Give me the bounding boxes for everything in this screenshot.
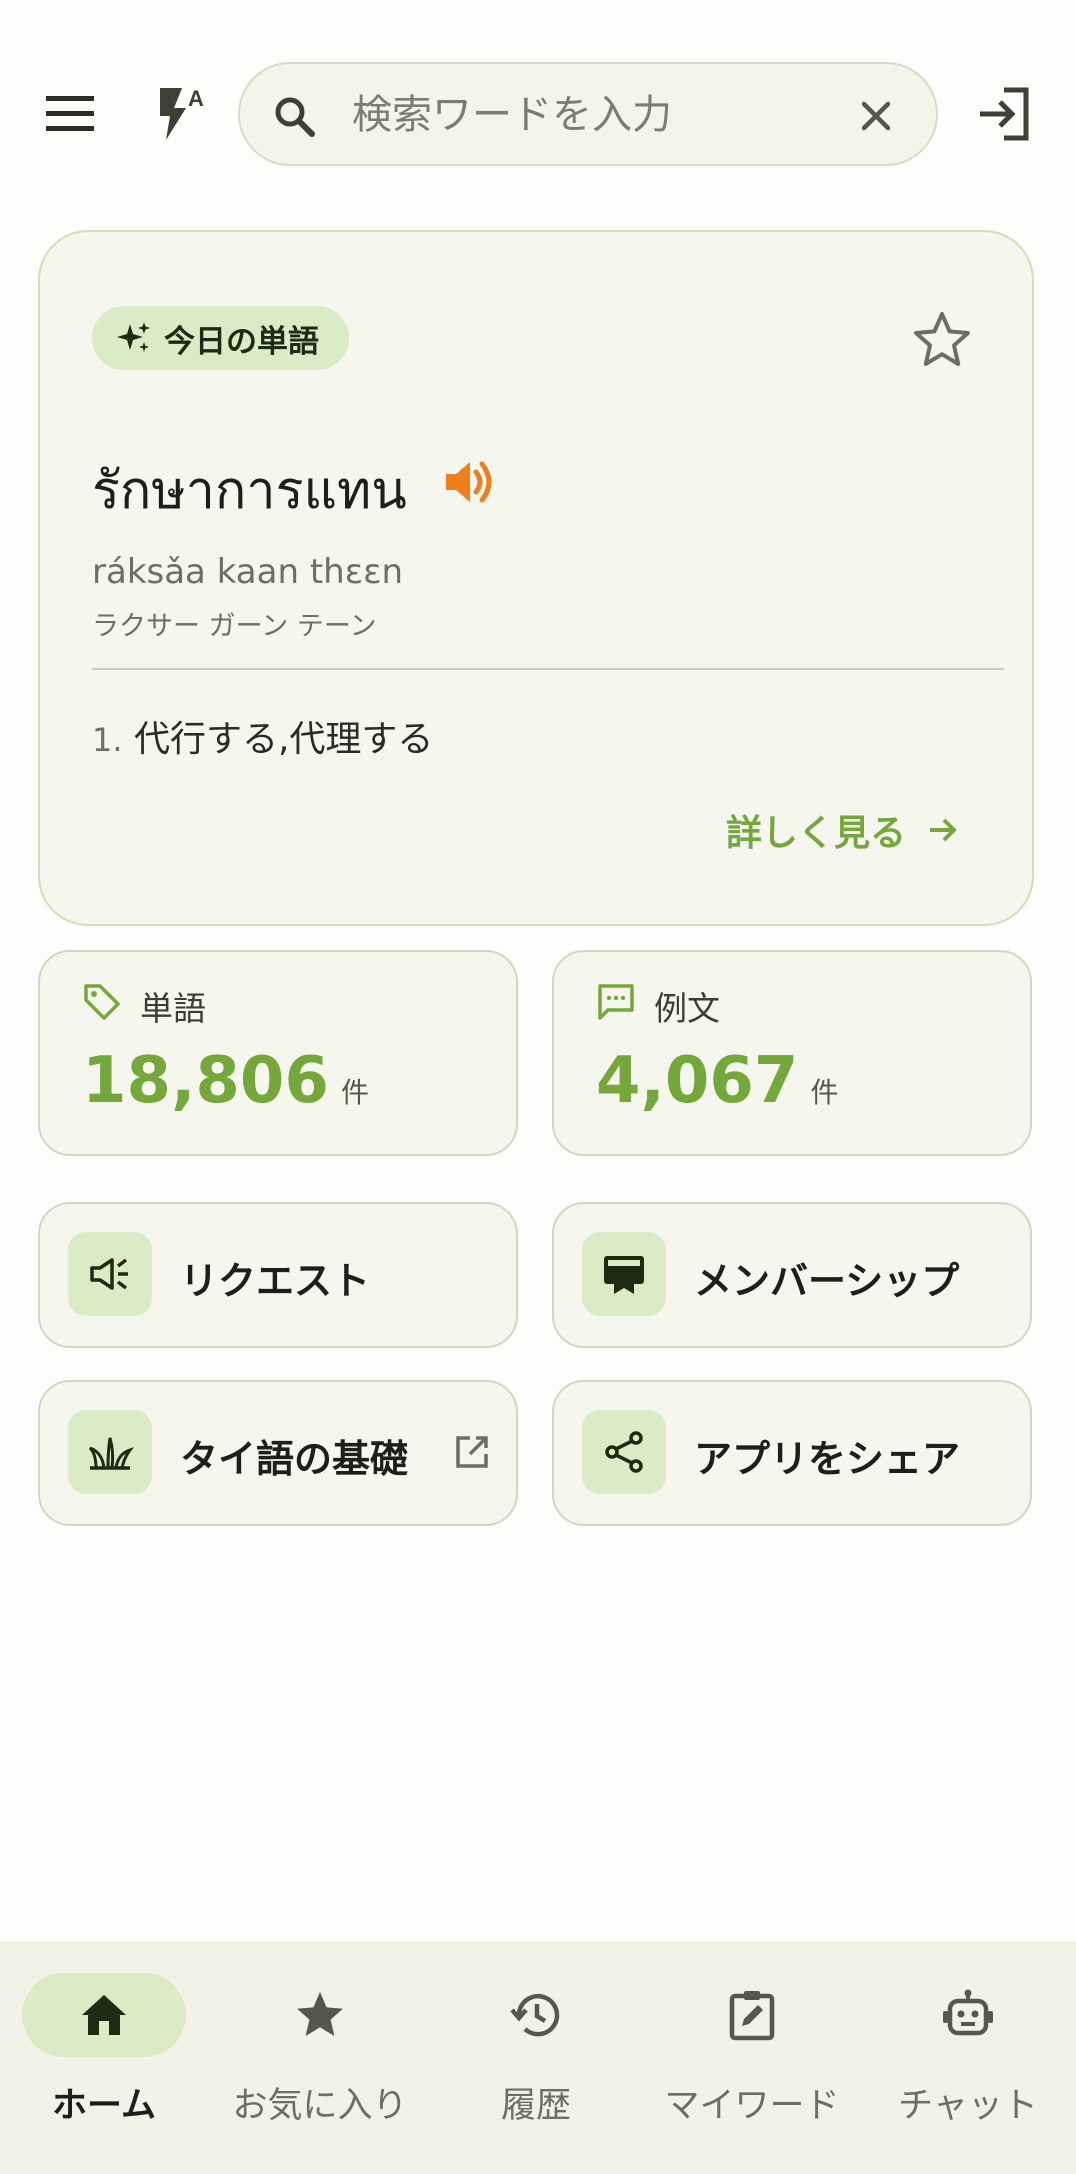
nav-favorites-label: お気に入り: [232, 2086, 408, 2126]
word-of-the-day-card[interactable]: 今日の単語 รักษาการแทน ráksǎa kaan thɛɛn ラクサー…: [38, 230, 1034, 926]
login-icon: [980, 87, 1029, 141]
katakana-reading: ラクサー ガーン テーン: [92, 611, 377, 642]
nav-chat-label: チャット: [898, 2086, 1038, 2126]
home-icon: [82, 1995, 126, 2035]
speaker-icon[interactable]: [440, 454, 496, 510]
divider: [92, 668, 1004, 670]
star-outline-icon[interactable]: [910, 308, 974, 372]
card-membership-icon: [604, 1256, 644, 1294]
meaning: 1. 代行する,代理する: [92, 710, 433, 762]
thai-word: รักษาการแทน: [92, 461, 407, 521]
nav-favorites-indicator: [238, 1973, 402, 2057]
nav-history-label: 履歴: [500, 2086, 571, 2126]
sparkle-icon: [117, 322, 150, 352]
words-unit: 件: [340, 1076, 369, 1109]
search-bar[interactable]: [238, 62, 938, 166]
nav-mywords-indicator: [670, 1973, 834, 2057]
nav-home[interactable]: ホーム: [0, 1973, 212, 2153]
svg-text:A: A: [188, 86, 204, 111]
login-button[interactable]: [964, 78, 1044, 150]
nav-mywords-label: マイワード: [664, 2086, 840, 2126]
clipboard-edit-icon: [729, 1991, 775, 2041]
request-button[interactable]: リクエスト: [38, 1202, 518, 1348]
examples-stat-card[interactable]: 例文 4,067 件: [552, 950, 1032, 1156]
badge-label: 今日の単語: [164, 323, 319, 360]
megaphone-icon: [90, 1258, 128, 1290]
words-value: 18,806: [82, 1044, 329, 1118]
examples-label: 例文: [654, 989, 720, 1028]
see-more-label: 詳しく見る: [726, 813, 907, 854]
clear-icon[interactable]: [850, 90, 902, 142]
request-icon-box: [68, 1232, 152, 1316]
nav-mywords[interactable]: マイワード: [644, 1973, 860, 2153]
membership-label: メンバーシップ: [694, 1259, 960, 1303]
examples-unit: 件: [810, 1076, 839, 1109]
nav-chat-indicator: [886, 1973, 1050, 2057]
robot-icon: [943, 1989, 993, 2036]
search-input[interactable]: [352, 84, 822, 146]
nav-home-label: ホーム: [52, 2086, 156, 2126]
star-icon: [297, 1992, 343, 2036]
history-icon: [510, 1993, 560, 2037]
romanization: ráksǎa kaan thɛɛn: [92, 552, 403, 592]
external-link-icon: [456, 1436, 488, 1468]
share-app-button[interactable]: アプリをシェア: [552, 1380, 1032, 1526]
search-icon: [275, 97, 315, 137]
thai-basics-button[interactable]: タイ語の基礎: [38, 1380, 518, 1526]
meaning-number: 1.: [92, 721, 123, 759]
meaning-text: 代行する,代理する: [133, 719, 434, 760]
hamburger-menu-icon: [46, 96, 94, 131]
words-stat-card[interactable]: 単語 18,806 件: [38, 950, 518, 1156]
nav-history-indicator: [454, 1973, 618, 2057]
share-label: アプリをシェア: [694, 1437, 961, 1481]
basics-icon-box: [68, 1410, 152, 1494]
membership-icon-box: [582, 1232, 666, 1316]
arrow-right-icon: [930, 818, 957, 842]
tag-icon: [84, 984, 120, 1020]
words-label: 単語: [140, 989, 206, 1028]
nav-favorites[interactable]: お気に入り: [212, 1973, 428, 2153]
share-icon: [605, 1431, 643, 1473]
request-label: リクエスト: [180, 1259, 371, 1303]
examples-count: 4,067 件: [596, 1044, 838, 1118]
examples-value: 4,067: [596, 1044, 799, 1118]
top-app-bar: A: [0, 0, 1076, 230]
flash-a-icon: A: [160, 86, 204, 140]
basics-label: タイ語の基礎: [180, 1437, 409, 1481]
bottom-navigation: ホーム お気に入り 履歴 マイワード チャット: [0, 1942, 1076, 2174]
grass-icon: [88, 1437, 134, 1470]
nav-history[interactable]: 履歴: [428, 1973, 644, 2153]
nav-home-indicator: [22, 1973, 186, 2057]
share-icon-box: [582, 1410, 666, 1494]
menu-button[interactable]: [32, 82, 108, 146]
nav-chat[interactable]: チャット: [860, 1973, 1076, 2153]
see-more-link[interactable]: 詳しく見る: [726, 804, 960, 856]
word-of-the-day-badge: 今日の単語: [92, 306, 349, 370]
auto-translate-button[interactable]: A: [140, 78, 220, 150]
words-count: 18,806 件: [82, 1044, 369, 1118]
membership-button[interactable]: メンバーシップ: [552, 1202, 1032, 1348]
chat-bubble-icon: [598, 984, 634, 1020]
